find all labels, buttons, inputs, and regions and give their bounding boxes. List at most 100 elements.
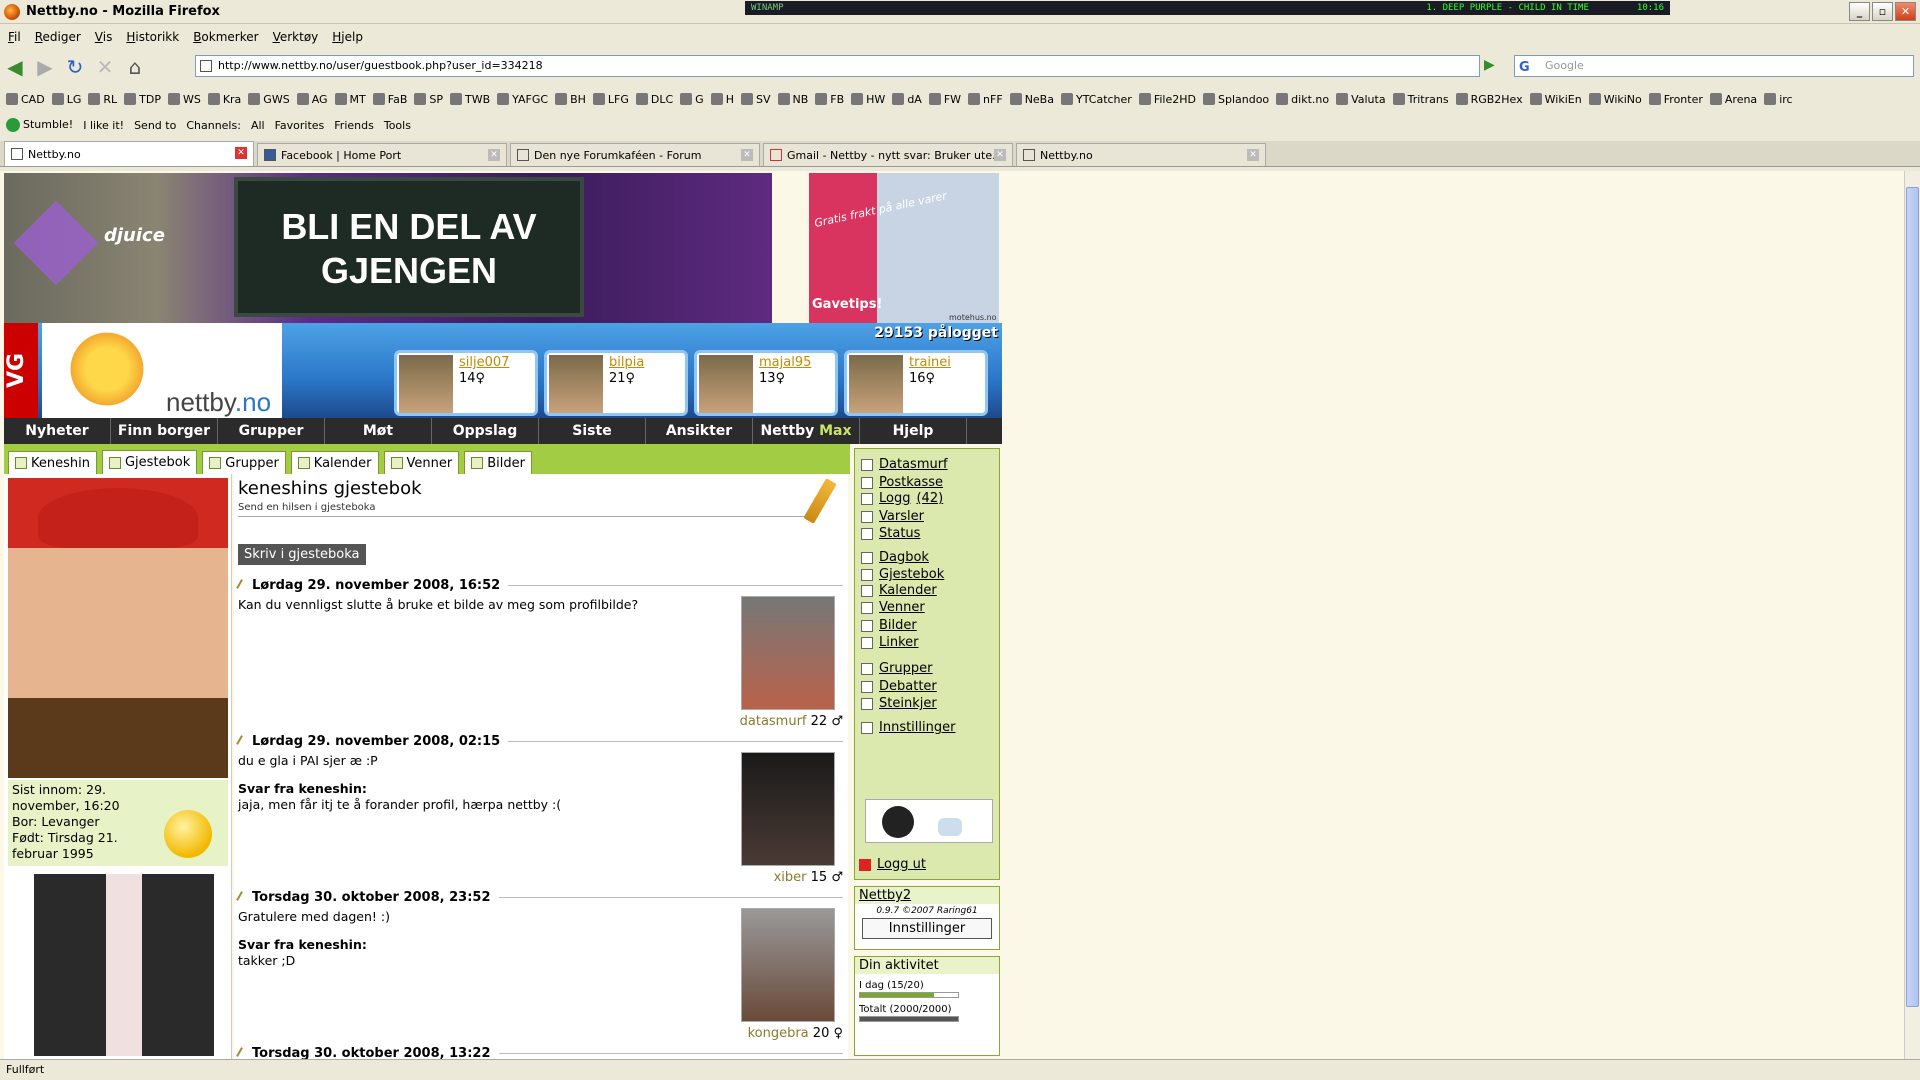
minimize-button[interactable]: _ bbox=[1849, 2, 1870, 21]
home-button[interactable]: ⌂ bbox=[120, 52, 150, 82]
bookmark-item[interactable]: Arena bbox=[1709, 93, 1757, 106]
like-button[interactable]: I like it! bbox=[83, 119, 124, 132]
write-guestbook-button[interactable]: Skriv i gjesteboka bbox=[238, 544, 366, 565]
bookmark-item[interactable]: Fronter bbox=[1648, 93, 1703, 106]
reload-button[interactable]: ↻ bbox=[60, 52, 90, 82]
favorites-button[interactable]: Favorites bbox=[275, 119, 325, 132]
sidemenu-item[interactable]: Debatter bbox=[861, 679, 937, 694]
nav-hjelp[interactable]: Hjelp bbox=[860, 418, 967, 444]
nettby2-settings-button[interactable]: Innstillinger bbox=[862, 918, 992, 939]
tab-close-icon[interactable]: ✕ bbox=[488, 149, 500, 161]
bookmark-item[interactable]: RGB2Hex bbox=[1455, 93, 1523, 106]
nav-mot[interactable]: Møt bbox=[325, 418, 432, 444]
nav-siste[interactable]: Siste bbox=[539, 418, 646, 444]
bookmark-item[interactable]: LG bbox=[51, 93, 81, 106]
winamp-bar[interactable]: WINAMP 1. DEEP PURPLE - CHILD IN TIME 10… bbox=[745, 1, 1670, 15]
sidemenu-item[interactable]: Logg (42) bbox=[861, 491, 943, 506]
go-button[interactable]: ▶ bbox=[1484, 57, 1502, 75]
bookmark-item[interactable]: GWS bbox=[248, 93, 290, 106]
tab-venner[interactable]: Venner bbox=[383, 451, 460, 474]
bookmark-item[interactable]: CAD bbox=[6, 93, 45, 106]
bookmark-item[interactable]: Splandoo bbox=[1202, 93, 1269, 106]
tab-close-icon[interactable]: ✕ bbox=[994, 149, 1006, 161]
bookmark-item[interactable]: G bbox=[680, 93, 704, 106]
bookmark-item[interactable]: WS bbox=[167, 93, 201, 106]
sidemenu-item[interactable]: Venner bbox=[861, 600, 925, 615]
tab-kalender[interactable]: Kalender bbox=[290, 451, 379, 474]
tab-nettby[interactable]: Nettby.no ✕ bbox=[4, 141, 254, 166]
author-avatar[interactable] bbox=[741, 752, 835, 866]
bookmark-item[interactable]: Tritrans bbox=[1392, 93, 1449, 106]
tab-nettby-2[interactable]: Nettby.no ✕ bbox=[1016, 143, 1266, 166]
nav-ansikter[interactable]: Ansikter bbox=[646, 418, 753, 444]
bookmark-item[interactable]: WikiNo bbox=[1588, 93, 1642, 106]
tab-grupper[interactable]: Grupper bbox=[202, 451, 286, 474]
menu-verktoy[interactable]: Verktøy bbox=[273, 30, 319, 44]
sidemenu-item[interactable]: Postkasse bbox=[861, 475, 943, 490]
logout-link[interactable]: Logg ut bbox=[859, 857, 926, 872]
author-link[interactable]: datasmurf bbox=[740, 714, 807, 729]
menu-vis[interactable]: Vis bbox=[95, 30, 113, 44]
bookmark-item[interactable]: RL bbox=[88, 93, 117, 106]
nav-grupper[interactable]: Grupper bbox=[218, 418, 325, 444]
featured-user-card[interactable]: majal95 13♀ bbox=[694, 350, 838, 416]
nettby-logo[interactable]: nettby.no bbox=[42, 323, 282, 418]
featured-user-name[interactable]: majal95 bbox=[759, 355, 811, 370]
maximize-button[interactable]: ▫ bbox=[1872, 2, 1893, 21]
bookmark-item[interactable]: irc bbox=[1764, 93, 1793, 106]
sidemenu-item[interactable]: Innstillinger bbox=[861, 720, 955, 735]
author-link[interactable]: xiber bbox=[774, 870, 807, 885]
tab-facebook[interactable]: Facebook | Home Port ✕ bbox=[257, 143, 507, 166]
back-button[interactable]: ◀ bbox=[0, 52, 30, 82]
tab-close-icon[interactable]: ✕ bbox=[1247, 149, 1259, 161]
profile-photo[interactable] bbox=[8, 478, 228, 778]
friends-button[interactable]: Friends bbox=[334, 119, 374, 132]
bookmark-item[interactable]: TWB bbox=[450, 93, 490, 106]
bookmark-item[interactable]: AG bbox=[296, 93, 328, 106]
bookmark-item[interactable]: nFF bbox=[968, 93, 1003, 106]
bookmark-item[interactable]: SP bbox=[414, 93, 443, 106]
bookmark-item[interactable]: WikiEn bbox=[1529, 93, 1582, 106]
send-to-button[interactable]: Send to bbox=[134, 119, 176, 132]
sidemenu-item[interactable]: Steinkjer bbox=[861, 696, 937, 711]
vertical-scrollbar[interactable] bbox=[1904, 171, 1920, 1059]
bookmark-item[interactable]: H bbox=[710, 93, 734, 106]
author-avatar[interactable] bbox=[741, 596, 835, 710]
sidemenu-item[interactable]: Grupper bbox=[861, 661, 933, 676]
forward-button[interactable]: ▶ bbox=[30, 52, 60, 82]
menu-rediger[interactable]: Rediger bbox=[35, 30, 81, 44]
featured-user-card[interactable]: bilpia 21♀ bbox=[544, 350, 688, 416]
bookmark-item[interactable]: TDP bbox=[124, 93, 161, 106]
featured-user-card[interactable]: silje007 14♀ bbox=[394, 350, 538, 416]
bookmark-item[interactable]: YTCatcher bbox=[1060, 93, 1132, 106]
menu-bokmerker[interactable]: Bokmerker bbox=[193, 30, 258, 44]
menu-fil[interactable]: Fil bbox=[8, 30, 21, 44]
bookmark-item[interactable]: DLC bbox=[635, 93, 673, 106]
djuice-ad-banner[interactable]: djuice BLI EN DEL AV GJENGEN bbox=[4, 173, 772, 323]
nav-nyheter[interactable]: Nyheter bbox=[4, 418, 111, 444]
tab-gjestebok[interactable]: Gjestebok bbox=[101, 450, 198, 474]
featured-user-card[interactable]: trainei 16♀ bbox=[844, 350, 988, 416]
bookmark-item[interactable]: HW bbox=[851, 93, 885, 106]
close-button[interactable]: ✕ bbox=[1895, 2, 1916, 21]
bookmark-item[interactable]: BH bbox=[555, 93, 586, 106]
bookmark-item[interactable]: dA bbox=[892, 93, 922, 106]
bookmark-item[interactable]: File2HD bbox=[1138, 93, 1196, 106]
nettby2-title[interactable]: Nettby2 bbox=[855, 887, 999, 904]
bookmark-item[interactable]: MT bbox=[334, 93, 366, 106]
bookmark-item[interactable]: NB bbox=[777, 93, 808, 106]
menu-hjelp[interactable]: Hjelp bbox=[332, 30, 363, 44]
tab-close-icon[interactable]: ✕ bbox=[741, 149, 753, 161]
sidemenu-item[interactable]: Dagbok bbox=[861, 550, 929, 565]
bookmark-item[interactable]: FaB bbox=[372, 93, 407, 106]
author-link[interactable]: kongebra bbox=[748, 1026, 809, 1041]
tab-forumkafeen[interactable]: Den nye Forumkaféen - Forum ✕ bbox=[510, 143, 760, 166]
bookmark-item[interactable]: dikt.no bbox=[1276, 93, 1329, 106]
sidemenu-item[interactable]: Datasmurf bbox=[861, 457, 948, 472]
tab-close-icon[interactable]: ✕ bbox=[235, 147, 247, 159]
all-dropdown[interactable]: All bbox=[251, 119, 265, 132]
bookmark-item[interactable]: FW bbox=[928, 93, 961, 106]
profile-photo-2[interactable] bbox=[34, 874, 214, 1056]
nav-oppslag[interactable]: Oppslag bbox=[432, 418, 539, 444]
bookmark-item[interactable]: Valuta bbox=[1336, 93, 1386, 106]
